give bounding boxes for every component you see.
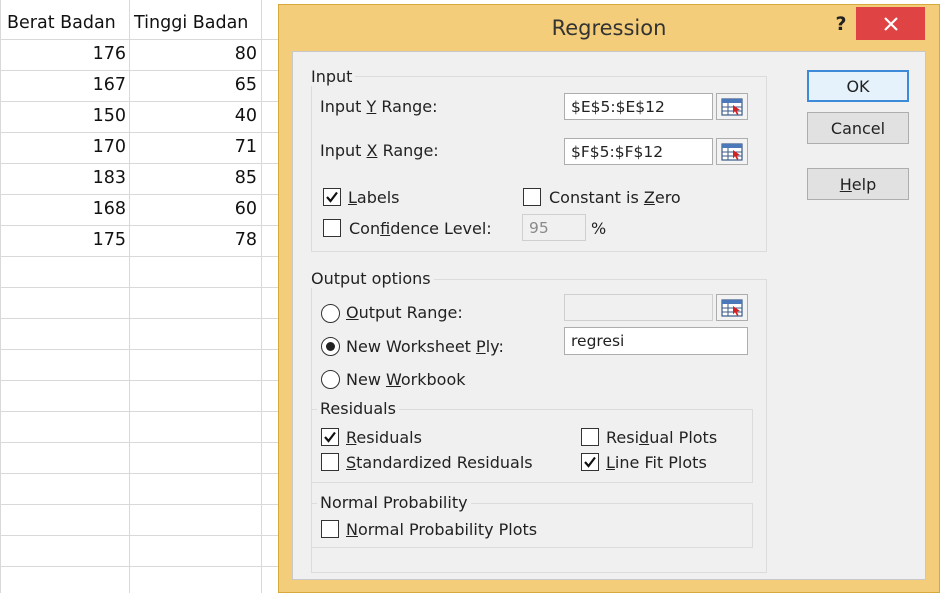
row-divider	[0, 442, 282, 443]
column-header-berat[interactable]: Berat Badan	[7, 8, 116, 39]
input-y-range-collapse-button[interactable]	[716, 93, 748, 120]
standardized-residuals-label: Standardized Residuals	[346, 453, 533, 472]
table-cell[interactable]: 65	[130, 70, 257, 101]
radio-selected-dot	[326, 342, 335, 351]
checkmark-icon	[584, 456, 596, 468]
new-worksheet-ply-radio[interactable]	[321, 337, 340, 356]
row-divider	[0, 566, 282, 567]
checkmark-icon	[326, 191, 338, 203]
residuals-checkbox[interactable]	[321, 428, 339, 446]
normal-probability-plots-checkbox[interactable]	[321, 520, 339, 538]
new-workbook-label: New Workbook	[346, 370, 466, 389]
column-header-tinggi[interactable]: Tinggi Badan	[134, 8, 248, 39]
close-button[interactable]	[856, 7, 925, 40]
confidence-level-label: Confidence Level:	[349, 219, 492, 238]
table-cell[interactable]: 175	[0, 225, 126, 256]
labels-checkbox-label: Labels	[348, 188, 400, 207]
table-cell[interactable]: 183	[0, 163, 126, 194]
output-range-collapse-button[interactable]	[716, 294, 748, 321]
dialog-body: Input Input Y Range: Input X Range:	[292, 51, 926, 580]
output-options-label: Output options	[308, 269, 434, 288]
constant-is-zero-label: Constant is Zero	[549, 188, 681, 207]
row-divider	[0, 504, 282, 505]
table-cell[interactable]: 168	[0, 194, 126, 225]
normal-probability-group-label: Normal Probability	[317, 493, 471, 512]
table-cell[interactable]: 150	[0, 101, 126, 132]
table-cell[interactable]: 167	[0, 70, 126, 101]
output-range-field[interactable]	[564, 294, 713, 321]
new-workbook-radio[interactable]	[321, 370, 340, 389]
checkmark-icon	[324, 431, 336, 443]
row-divider	[0, 535, 282, 536]
new-worksheet-ply-field[interactable]	[564, 327, 748, 355]
labels-checkbox[interactable]	[323, 188, 341, 206]
table-cell[interactable]: 40	[130, 101, 257, 132]
dialog-titlebar[interactable]: Regression ?	[279, 5, 939, 51]
residual-plots-checkbox[interactable]	[581, 428, 599, 446]
confidence-level-checkbox[interactable]	[323, 219, 341, 237]
output-range-radio[interactable]	[321, 304, 340, 323]
close-icon	[883, 16, 898, 31]
line-fit-plots-checkbox[interactable]	[581, 453, 599, 471]
percent-sign: %	[591, 219, 607, 238]
table-cell[interactable]: 170	[0, 132, 126, 163]
output-range-label: Output Range:	[346, 303, 463, 322]
ok-button[interactable]: OK	[807, 70, 909, 102]
residuals-label: Residuals	[346, 428, 422, 447]
cancel-button[interactable]: Cancel	[807, 112, 909, 144]
input-group-label: Input	[308, 67, 356, 86]
table-cell[interactable]: 78	[130, 225, 257, 256]
line-fit-plots-label: Line Fit Plots	[606, 453, 707, 472]
table-cell[interactable]: 60	[130, 194, 257, 225]
row-divider	[0, 287, 282, 288]
input-x-range-collapse-button[interactable]	[716, 138, 748, 165]
input-x-range-label: Input X Range:	[320, 141, 439, 160]
table-cell[interactable]: 71	[130, 132, 257, 163]
range-select-icon	[721, 142, 743, 161]
new-worksheet-ply-label: New Worksheet Ply:	[346, 337, 504, 356]
input-y-range-field[interactable]	[564, 93, 713, 120]
confidence-level-field[interactable]	[522, 214, 586, 241]
row-divider	[0, 473, 282, 474]
table-cell[interactable]: 85	[130, 163, 257, 194]
residuals-group-label: Residuals	[317, 399, 399, 418]
row-divider	[0, 380, 282, 381]
row-divider	[0, 318, 282, 319]
help-question-icon[interactable]: ?	[831, 13, 851, 35]
row-divider	[0, 349, 282, 350]
input-y-range-label: Input Y Range:	[320, 97, 438, 116]
residual-plots-label: Residual Plots	[606, 428, 718, 447]
row-divider	[0, 411, 282, 412]
standardized-residuals-checkbox[interactable]	[321, 453, 339, 471]
table-cell[interactable]: 80	[130, 39, 257, 70]
table-cell[interactable]: 176	[0, 39, 126, 70]
constant-is-zero-checkbox[interactable]	[523, 188, 541, 206]
help-button[interactable]: Help	[807, 168, 909, 200]
range-select-icon	[721, 298, 743, 317]
input-x-range-field[interactable]	[564, 138, 713, 165]
row-divider	[0, 256, 282, 257]
regression-dialog: Regression ? Input Input Y Range: Input …	[278, 4, 940, 593]
normal-probability-plots-label: Normal Probability Plots	[346, 520, 538, 539]
range-select-icon	[721, 97, 743, 116]
